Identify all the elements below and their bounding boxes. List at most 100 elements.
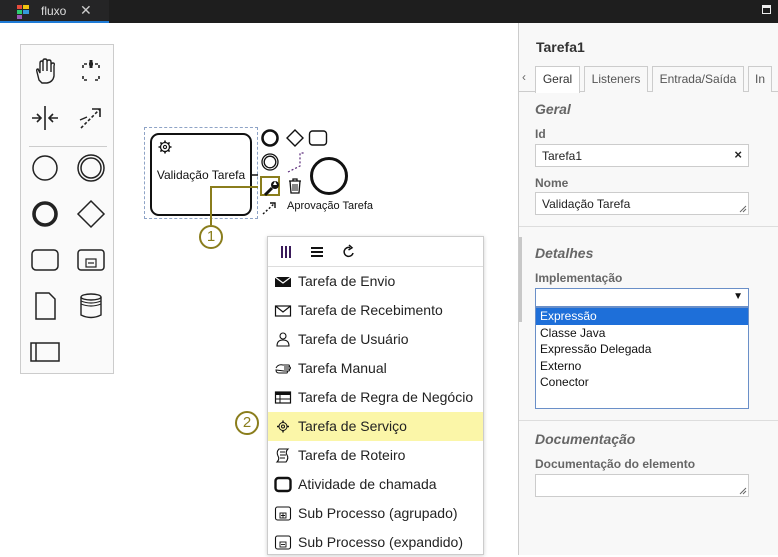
callout-1: 1 [199, 225, 223, 249]
properties-panel: Tarefa1 ‹ Geral Listeners Entrada/Saída … [518, 23, 778, 555]
name-field[interactable]: Validação Tarefa [535, 192, 749, 215]
menu-item-label: Tarefa de Usuário [298, 331, 409, 347]
implementation-dropdown: Expressão Classe Java Expressão Delegada… [535, 307, 749, 409]
callout-2: 2 [235, 411, 259, 435]
menu-item-label: Sub Processo (agrupado) [298, 505, 458, 521]
menu-item-send-task[interactable]: Tarefa de Envio [268, 267, 483, 296]
option-classe-java[interactable]: Classe Java [536, 325, 748, 342]
palette-divider [29, 146, 107, 147]
append-intermediate-event-icon[interactable] [260, 152, 280, 172]
data-store-icon[interactable] [73, 288, 109, 324]
option-externo[interactable]: Externo [536, 358, 748, 375]
table-icon [274, 391, 292, 404]
close-icon[interactable]: ✕ [80, 2, 92, 19]
columns-icon[interactable] [278, 244, 294, 260]
task-icon[interactable] [27, 242, 63, 278]
resize-handle-icon[interactable] [739, 205, 747, 213]
option-expressao[interactable]: Expressão [536, 308, 748, 325]
menu-item-receive-task[interactable]: Tarefa de Recebimento [268, 296, 483, 325]
append-gateway-icon[interactable] [285, 128, 305, 148]
wrench-icon[interactable] [260, 176, 280, 197]
gear-icon [277, 420, 289, 433]
global-connect-icon[interactable] [73, 100, 109, 136]
menu-header [268, 237, 483, 267]
id-label: Id [535, 127, 546, 141]
trash-icon[interactable] [285, 176, 305, 196]
expanded-subprocess-icon [274, 535, 292, 550]
app-logo-icon [17, 5, 29, 19]
name-value: Validação Tarefa [542, 197, 631, 211]
name-label: Nome [535, 176, 569, 190]
service-task-shape[interactable]: Validação Tarefa [150, 133, 252, 216]
send-envelope-icon [274, 276, 292, 287]
resize-handle-icon[interactable] [739, 487, 747, 495]
chevron-left-icon[interactable]: ‹ [522, 70, 526, 84]
gear-icon [158, 140, 172, 154]
hand-tool-icon[interactable] [27, 54, 63, 90]
id-value: Tarefa1 [542, 149, 583, 163]
space-tool-icon[interactable] [27, 100, 63, 136]
data-object-icon[interactable] [27, 288, 63, 324]
panel-tabs: ‹ Geral Listeners Entrada/Saída In [519, 66, 778, 93]
menu-item-label: Tarefa de Regra de Negócio [298, 389, 474, 405]
maximize-icon[interactable] [762, 5, 771, 14]
tab-listeners[interactable]: Listeners [584, 66, 648, 92]
group-title-detalhes: Detalhes [535, 245, 594, 261]
tab-in[interactable]: In [748, 66, 772, 92]
tool-palette [20, 44, 114, 374]
subprocess-icon[interactable] [73, 242, 109, 278]
menu-item-user-task[interactable]: Tarefa de Usuário [268, 325, 483, 354]
pool-icon[interactable] [27, 334, 63, 370]
loop-icon[interactable] [341, 244, 357, 260]
implementation-label: Implementação [535, 271, 623, 285]
receive-envelope-icon [274, 305, 292, 317]
tab-geral[interactable]: Geral [535, 66, 580, 93]
menu-item-label: Tarefa Manual [298, 360, 387, 376]
group-title-geral: Geral [535, 101, 571, 117]
replace-menu: Tarefa de Envio Tarefa de Recebimento Ta… [267, 236, 484, 555]
connect-icon[interactable] [260, 198, 280, 218]
lasso-tool-icon[interactable] [73, 54, 109, 90]
panel-title: Tarefa1 [536, 39, 585, 55]
tab-title: fluxo [41, 4, 67, 18]
menu-item-manual-task[interactable]: Tarefa Manual [268, 354, 483, 383]
menu-item-call-activity[interactable]: Atividade de chamada [268, 470, 483, 499]
menu-item-label: Sub Processo (expandido) [298, 534, 463, 550]
menu-item-label: Atividade de chamada [298, 476, 437, 492]
script-icon [275, 448, 290, 463]
menu-item-service-task[interactable]: Tarefa de Serviço [268, 412, 483, 441]
documentation-field[interactable] [535, 474, 749, 497]
dropdown-arrow-icon: ▼ [733, 291, 743, 302]
append-task-icon[interactable] [308, 128, 328, 148]
append-end-event-icon[interactable] [260, 128, 280, 148]
collapsed-subprocess-icon [274, 506, 292, 521]
end-event-icon[interactable] [27, 196, 63, 232]
group-title-documentacao: Documentação [535, 431, 636, 447]
task-label: Validação Tarefa [156, 168, 246, 182]
menu-item-script-task[interactable]: Tarefa de Roteiro [268, 441, 483, 470]
gateway-icon[interactable] [73, 196, 109, 232]
menu-item-expanded-subprocess[interactable]: Sub Processo (expandido) [268, 528, 483, 557]
documentation-label: Documentação do elemento [535, 457, 696, 471]
option-expressao-delegada[interactable]: Expressão Delegada [536, 341, 748, 358]
user-icon [276, 332, 290, 347]
intermediate-event-icon[interactable] [73, 150, 109, 186]
menu-item-label: Tarefa de Serviço [298, 418, 407, 434]
menu-item-collapsed-subprocess[interactable]: Sub Processo (agrupado) [268, 499, 483, 528]
call-activity-icon [274, 476, 292, 493]
menu-item-business-rule-task[interactable]: Tarefa de Regra de Negócio [268, 383, 483, 412]
clear-icon[interactable]: × [734, 147, 742, 162]
id-field[interactable]: Tarefa1 × [535, 144, 749, 167]
list-icon[interactable] [309, 244, 325, 260]
menu-item-label: Tarefa de Recebimento [298, 302, 443, 318]
start-event-icon[interactable] [27, 150, 63, 186]
tab-entrada-saida[interactable]: Entrada/Saída [652, 66, 744, 92]
implementation-select[interactable]: ▼ [535, 288, 749, 307]
end-event-shape[interactable] [310, 157, 348, 195]
option-conector[interactable]: Conector [536, 374, 748, 391]
hand-icon [275, 364, 291, 374]
editor-tab-bar: fluxo ✕ [0, 0, 778, 23]
tab-fluxo[interactable]: fluxo ✕ [0, 0, 109, 23]
scrollbar[interactable] [519, 237, 522, 322]
menu-item-label: Tarefa de Envio [298, 273, 396, 289]
